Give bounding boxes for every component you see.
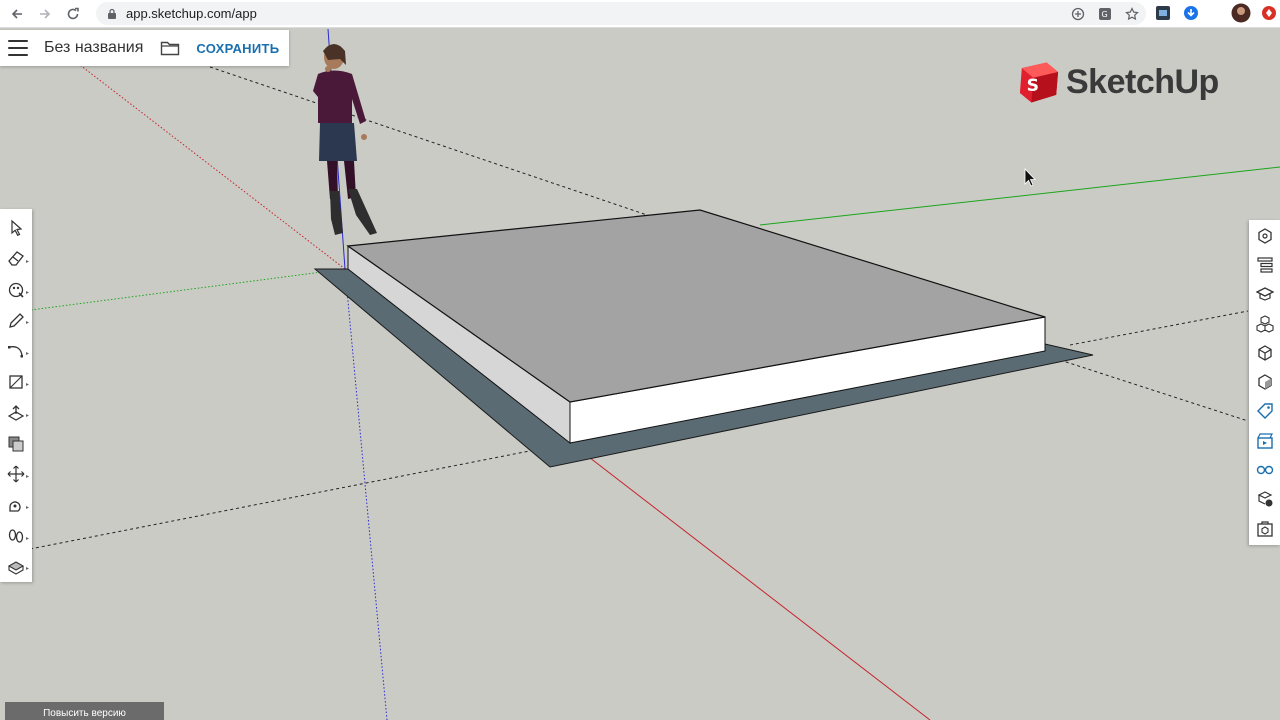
rectangle-icon	[9, 375, 23, 389]
offset-tool[interactable]	[2, 428, 30, 459]
styles-button[interactable]	[1251, 367, 1279, 396]
guide-line	[209, 66, 651, 217]
red-axis-negative	[79, 64, 346, 270]
green-axis	[759, 166, 1280, 226]
upgrade-button[interactable]: Повысить версию	[5, 702, 164, 720]
extension-red-icon[interactable]	[1259, 3, 1279, 23]
profile-avatar[interactable]	[1231, 3, 1251, 23]
walk-icon	[8, 529, 24, 543]
mouse-cursor	[1024, 168, 1036, 187]
caret-icon: ▸	[25, 351, 29, 357]
arc-icon	[8, 346, 23, 358]
caret-icon: ▸	[25, 504, 29, 511]
display-button[interactable]	[1251, 455, 1279, 484]
paint-bucket-tool[interactable]: ▸	[2, 275, 30, 306]
tags-icon	[1256, 403, 1273, 420]
browser-toolbar: app.sketchup.com/app G	[0, 0, 1280, 28]
folder-icon[interactable]	[160, 40, 180, 56]
instructor-icon	[1255, 287, 1274, 301]
3d-viewport[interactable]	[0, 29, 1280, 720]
address-bar[interactable]: app.sketchup.com/app G	[96, 2, 1146, 25]
components-icon	[1255, 314, 1274, 333]
instructor-button[interactable]	[1251, 280, 1279, 309]
move-tool[interactable]: ▸	[2, 459, 30, 490]
sketchup-logo-icon: S	[1019, 62, 1059, 103]
logo-text: SketchUp	[1066, 63, 1219, 101]
eraser-tool[interactable]: ▸	[2, 244, 30, 275]
eraser-icon	[8, 251, 24, 266]
guide-line	[29, 444, 561, 550]
move-icon	[7, 465, 25, 483]
caret-icon: ▸	[25, 381, 29, 388]
app-header: Без названия СОХРАНИТЬ	[0, 30, 289, 66]
green-axis-negative	[0, 268, 346, 315]
outliner-button[interactable]	[1251, 250, 1279, 279]
hamburger-menu-icon[interactable]	[8, 40, 28, 56]
caret-icon: ▸	[25, 289, 29, 296]
scenes-button[interactable]	[1251, 426, 1279, 455]
svg-text:G: G	[1101, 10, 1107, 19]
lock-icon	[108, 8, 116, 19]
guide-line	[1059, 359, 1249, 422]
tags-button[interactable]	[1251, 397, 1279, 426]
file-title[interactable]: Без названия	[44, 39, 143, 57]
tape-measure-tool[interactable]: ▸	[2, 490, 30, 521]
components-button[interactable]	[1251, 309, 1279, 338]
3d-warehouse-icon	[1256, 521, 1273, 537]
pencil-tool[interactable]: ▸	[2, 305, 30, 336]
sketchup-logo: S SketchUp	[1018, 60, 1219, 105]
select-icon	[11, 220, 23, 237]
solid-tools-icon	[1257, 345, 1272, 361]
reload-button[interactable]	[62, 3, 84, 25]
entity-info-icon	[1257, 227, 1272, 244]
save-button[interactable]: СОХРАНИТЬ	[196, 41, 279, 56]
download-icon[interactable]	[1181, 3, 1201, 23]
scene-drawing[interactable]	[0, 29, 1280, 720]
left-toolbar: ▸ ▸ ▸ ▸ ▸ ▸ ▸ ▸ ▸ ▸	[0, 209, 32, 582]
styles-icon	[1257, 374, 1272, 390]
forward-button[interactable]	[34, 3, 56, 25]
caret-icon: ▸	[25, 535, 29, 542]
outliner-icon	[1256, 257, 1273, 273]
tape-measure-icon	[9, 501, 21, 512]
select-tool[interactable]	[2, 213, 30, 244]
translate-icon[interactable]: G	[1096, 5, 1113, 22]
back-icon	[11, 8, 22, 19]
paint-bucket-icon	[8, 282, 24, 298]
scale-figure[interactable]	[313, 44, 377, 235]
caret-icon: ▸	[25, 320, 29, 327]
orbit-icon	[7, 560, 25, 575]
caret-icon: ▸	[25, 566, 29, 573]
entity-info-button[interactable]	[1251, 221, 1279, 250]
materials-icon	[1257, 491, 1272, 507]
pencil-icon	[9, 312, 24, 328]
push-pull-icon	[7, 404, 25, 421]
blue-axis-negative	[344, 268, 388, 720]
extension-icon[interactable]	[1153, 3, 1173, 23]
url-text: app.sketchup.com/app	[126, 6, 257, 21]
guide-line	[1069, 310, 1249, 346]
materials-button[interactable]	[1251, 485, 1279, 514]
scenes-icon	[1256, 433, 1273, 449]
walk-tool[interactable]: ▸	[2, 521, 30, 552]
forward-icon	[40, 8, 51, 19]
push-pull-tool[interactable]: ▸	[2, 398, 30, 429]
rectangle-tool[interactable]: ▸	[2, 367, 30, 398]
solid-tools-button[interactable]	[1251, 338, 1279, 367]
separator	[1209, 3, 1223, 23]
reload-icon	[67, 7, 79, 19]
3d-warehouse-button[interactable]	[1251, 514, 1279, 543]
arc-tool[interactable]: ▸	[2, 336, 30, 367]
svg-text:S: S	[1027, 76, 1039, 96]
back-button[interactable]	[6, 3, 28, 25]
caret-icon: ▸	[25, 412, 29, 419]
caret-icon: ▸	[25, 474, 29, 480]
caret-icon: ▸	[25, 258, 29, 265]
add-icon[interactable]	[1069, 5, 1086, 22]
display-icon	[1256, 465, 1273, 475]
offset-icon	[8, 436, 24, 452]
orbit-tool[interactable]: ▸	[2, 551, 30, 582]
bookmark-star-icon[interactable]	[1123, 5, 1140, 22]
right-panels-toolbar	[1249, 220, 1280, 545]
